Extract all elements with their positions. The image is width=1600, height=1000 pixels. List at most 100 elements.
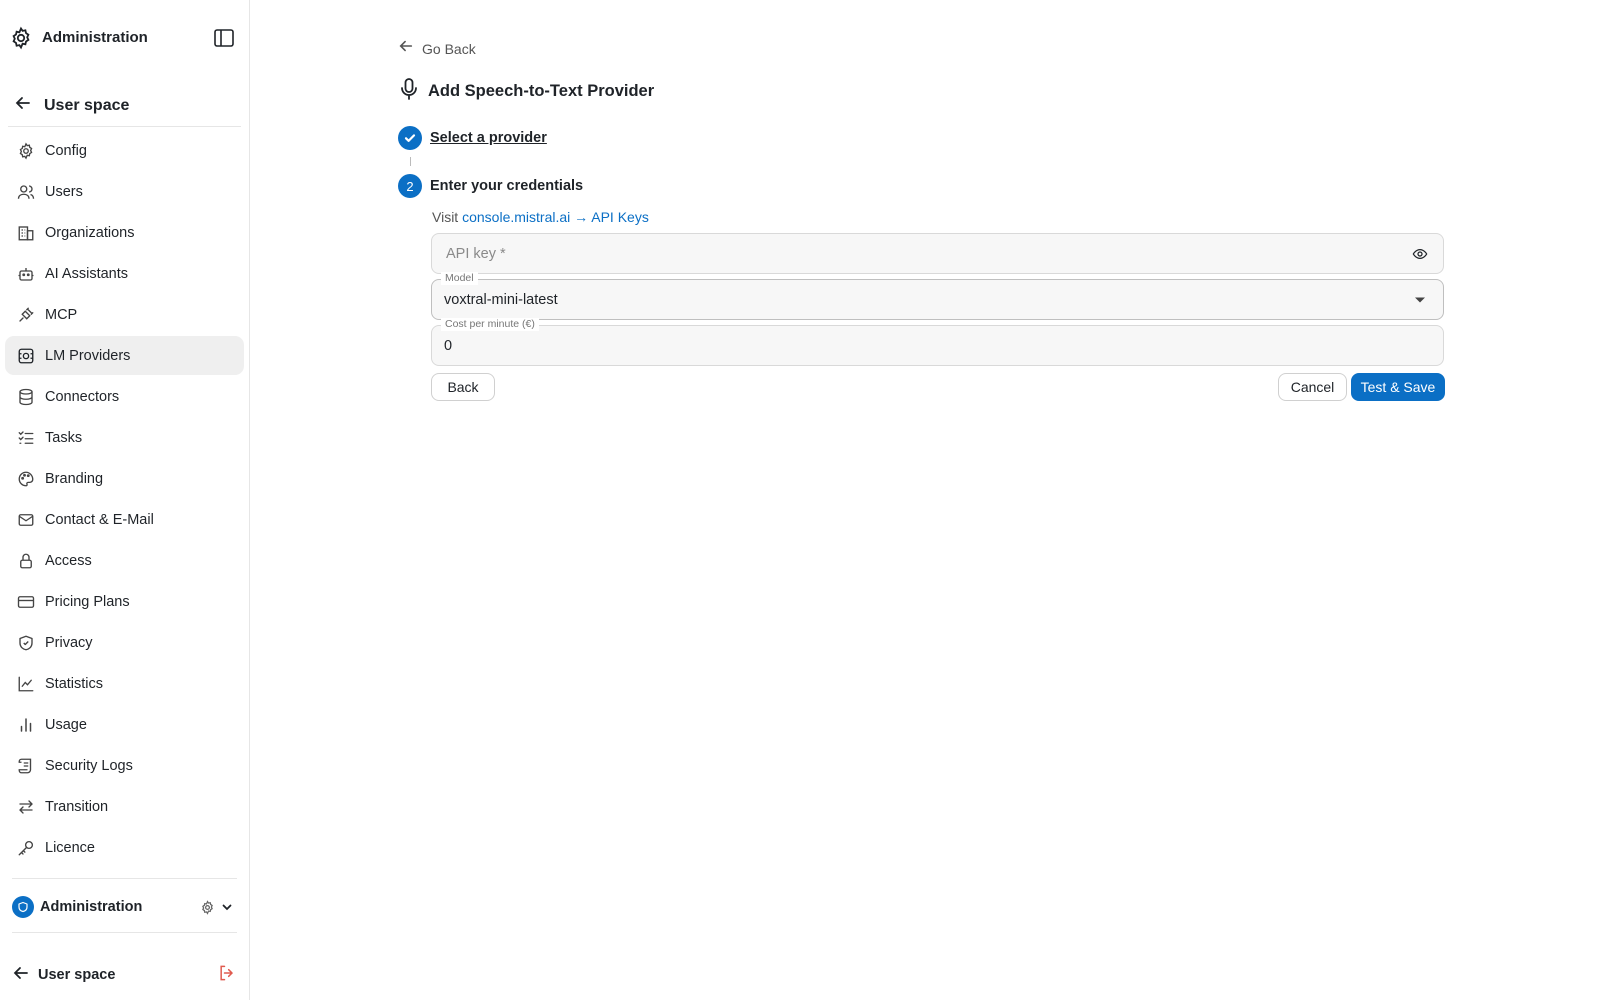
back-button[interactable]: Back <box>431 373 495 401</box>
api-key-field[interactable] <box>431 233 1444 274</box>
footer-user-space-label: User space <box>38 967 116 983</box>
cost-per-minute-field[interactable]: Cost per minute (€) 0 <box>431 318 1444 366</box>
step-select-provider[interactable]: Select a provider <box>398 126 547 150</box>
sidebar-item-label: MCP <box>45 306 78 323</box>
sidebar-item-connectors[interactable]: Connectors <box>5 377 244 416</box>
sidebar-item-contact-email[interactable]: Contact & E-Mail <box>5 500 244 539</box>
org-switcher[interactable]: Administration <box>12 892 237 922</box>
page-title-label: Add Speech-to-Text Provider <box>428 82 655 100</box>
sidebar-item-label: Tasks <box>45 429 83 446</box>
sidebar-item-config[interactable]: Config <box>5 131 244 170</box>
scroll-icon <box>15 755 37 777</box>
lock-icon <box>15 550 37 572</box>
api-key-input[interactable] <box>444 245 1409 262</box>
cost-value[interactable]: 0 <box>444 338 1431 354</box>
sidebar-item-label: Config <box>45 142 87 159</box>
sidebar-item-ai-assistants[interactable]: AI Assistants <box>5 254 244 293</box>
sidebar-nav: Config Users Organizations AI Assistants… <box>0 131 249 867</box>
sidebar-item-label: Connectors <box>45 388 120 405</box>
sidebar-item-lm-providers[interactable]: LM Providers <box>5 336 244 375</box>
sidebar-item-label: Pricing Plans <box>45 593 130 610</box>
list-check-icon <box>15 427 37 449</box>
sidebar-item-licence[interactable]: Licence <box>5 828 244 867</box>
key-icon <box>15 837 37 859</box>
test-save-button[interactable]: Test & Save <box>1351 373 1445 401</box>
sidebar-item-access[interactable]: Access <box>5 541 244 580</box>
arrow-left-icon <box>14 94 32 117</box>
sidebar-item-pricing-plans[interactable]: Pricing Plans <box>5 582 244 621</box>
bar-chart-icon <box>15 714 37 736</box>
step2-label: Enter your credentials <box>430 178 584 194</box>
footer-user-space[interactable]: User space <box>12 960 237 990</box>
arrow-left-icon <box>398 38 414 59</box>
cancel-button[interactable]: Cancel <box>1278 373 1347 401</box>
sidebar-item-label: LM Providers <box>45 347 131 364</box>
visit-hint: Visit console.mistral.ai → API Keys <box>432 209 649 225</box>
sidebar-header: Administration <box>0 0 249 75</box>
eye-icon[interactable] <box>1409 243 1431 265</box>
sidebar-item-privacy[interactable]: Privacy <box>5 623 244 662</box>
step-enter-credentials: 2 Enter your credentials <box>398 174 583 198</box>
sidebar-divider <box>12 932 237 933</box>
sidebar-item-security-logs[interactable]: Security Logs <box>5 746 244 785</box>
sidebar-item-branding[interactable]: Branding <box>5 459 244 498</box>
sidebar-item-label: Licence <box>45 839 95 856</box>
microphone-icon <box>398 77 420 106</box>
sidebar-item-label: Organizations <box>45 224 135 241</box>
building-icon <box>15 222 37 244</box>
chart-line-icon <box>15 673 37 695</box>
sidebar-item-label: Transition <box>45 798 109 815</box>
step-connector <box>410 157 411 166</box>
sidebar-item-transition[interactable]: Transition <box>5 787 244 826</box>
sidebar: Administration User space Config Users O <box>0 0 250 1000</box>
users-icon <box>15 181 37 203</box>
gear-icon <box>8 25 34 51</box>
logout-icon[interactable] <box>217 963 237 988</box>
mail-icon <box>15 509 37 531</box>
model-value: voxtral-mini-latest <box>444 291 558 308</box>
sidebar-item-organizations[interactable]: Organizations <box>5 213 244 252</box>
settings-icon <box>15 140 37 162</box>
plug-icon <box>15 304 37 326</box>
sidebar-item-mcp[interactable]: MCP <box>5 295 244 334</box>
step1-label[interactable]: Select a provider <box>430 130 547 146</box>
console-link[interactable]: console.mistral.ai → API Keys <box>462 209 649 225</box>
database-icon <box>15 386 37 408</box>
arrow-left-icon <box>12 964 30 987</box>
arrows-left-right-icon <box>15 796 37 818</box>
back-to-user-space[interactable]: User space <box>8 85 241 127</box>
cost-label: Cost per minute (€) <box>441 318 539 331</box>
sidebar-item-label: Contact & E-Mail <box>45 511 154 528</box>
sidebar-item-label: Security Logs <box>45 757 133 774</box>
page-title: Add Speech-to-Text Provider <box>398 77 654 106</box>
user-space-label: User space <box>44 96 130 114</box>
step2-number: 2 <box>398 174 422 198</box>
org-shield-icon <box>12 896 34 918</box>
go-back-label: Go Back <box>422 40 476 57</box>
sidebar-item-usage[interactable]: Usage <box>5 705 244 744</box>
sidebar-divider <box>12 878 237 879</box>
chevron-down-icon[interactable] <box>217 897 237 917</box>
model-label: Model <box>441 272 478 285</box>
caret-down-icon[interactable] <box>1409 289 1431 311</box>
bot-icon <box>15 263 37 285</box>
sidebar-item-users[interactable]: Users <box>5 172 244 211</box>
sidebar-item-label: Privacy <box>45 634 93 651</box>
org-label: Administration <box>40 899 143 915</box>
settings-icon[interactable] <box>197 897 217 917</box>
sidebar-item-label: AI Assistants <box>45 265 129 282</box>
main-content: Go Back Add Speech-to-Text Provider Sele… <box>250 0 1600 1000</box>
go-back-link[interactable]: Go Back <box>398 38 476 59</box>
credit-card-icon <box>15 591 37 613</box>
sidebar-item-statistics[interactable]: Statistics <box>5 664 244 703</box>
sidebar-toggle-icon[interactable] <box>211 25 237 51</box>
sidebar-item-label: Usage <box>45 716 87 733</box>
shield-check-icon <box>15 632 37 654</box>
sidebar-item-label: Statistics <box>45 675 104 692</box>
sidebar-item-label: Users <box>45 183 83 200</box>
sidebar-item-tasks[interactable]: Tasks <box>5 418 244 457</box>
visit-prefix: Visit <box>432 209 459 225</box>
sidebar-title: Administration <box>42 29 148 46</box>
provider-icon <box>15 345 37 367</box>
model-select[interactable]: Model voxtral-mini-latest <box>431 272 1444 320</box>
